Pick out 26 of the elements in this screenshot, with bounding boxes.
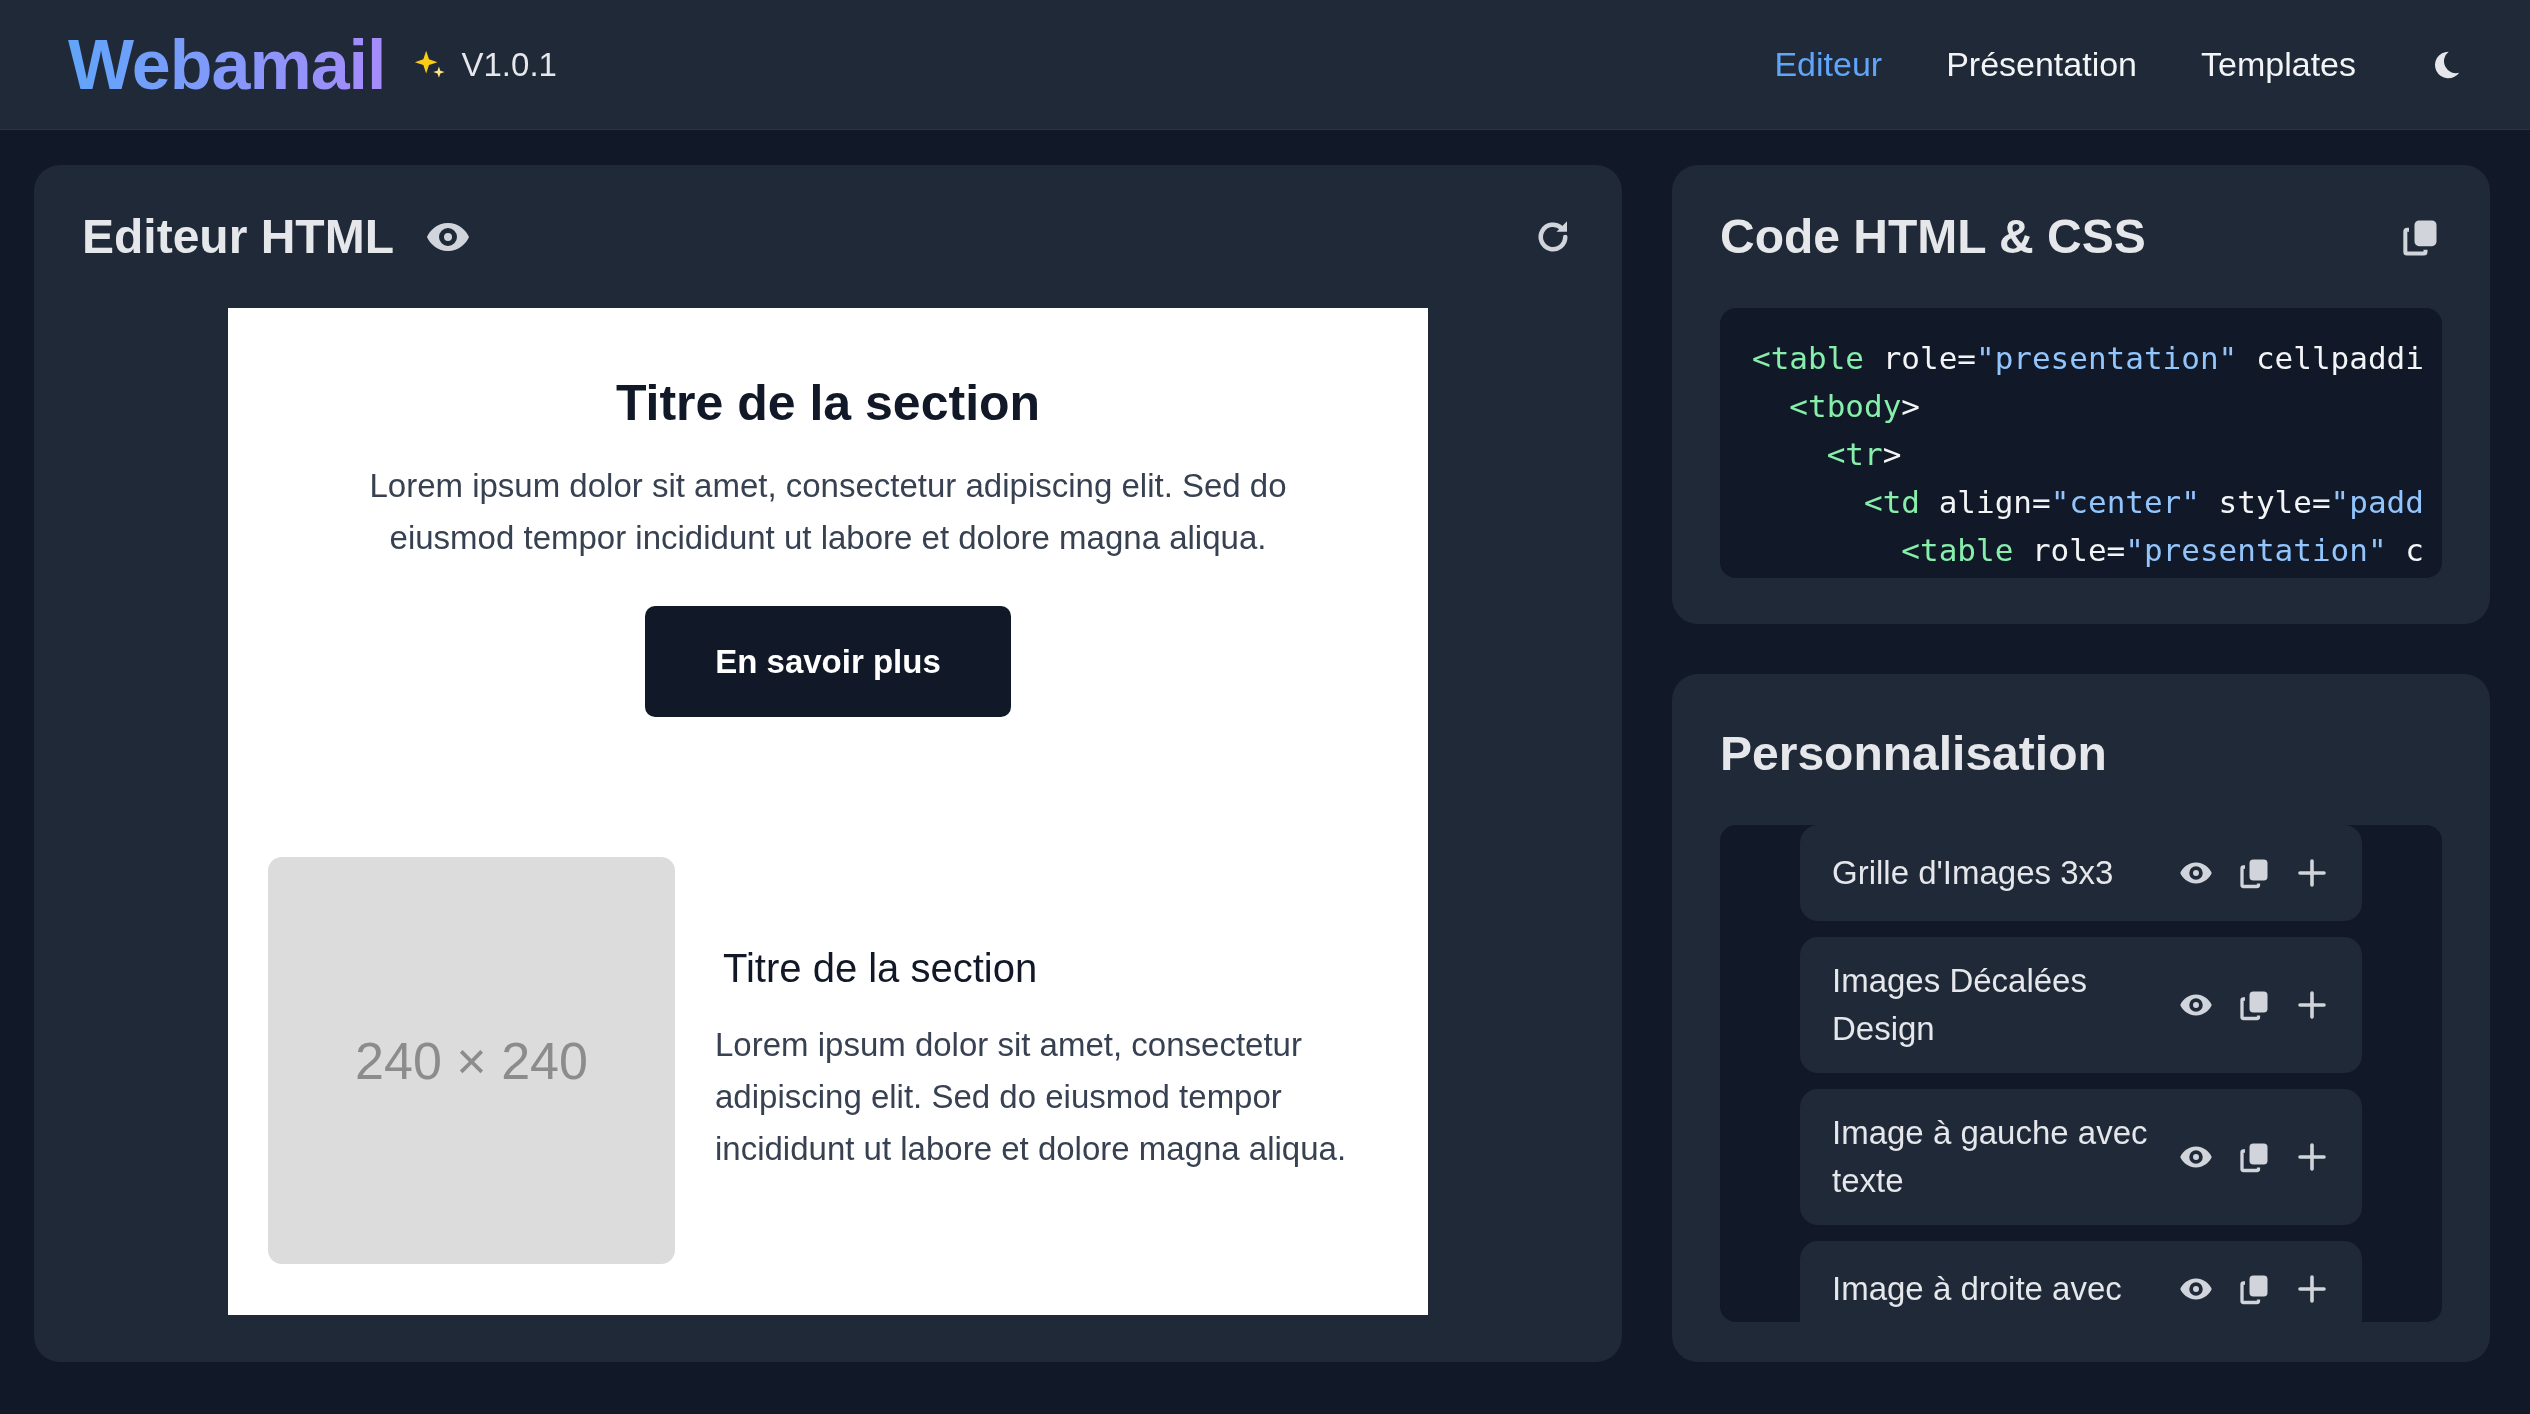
section-title: Titre de la section	[615, 374, 1041, 432]
code-line: <td align="center" style="padd	[1862, 483, 2425, 522]
nav-link[interactable]: Templates	[2201, 45, 2356, 84]
code-line: <table role="presentation" cellpaddi	[1752, 339, 2425, 378]
template-name: Image à droite avec	[1832, 1269, 2123, 1309]
section-text: Lorem ipsum dolor sit amet, consectetur adipiscing elit. Sed do eiusmod tempor incididunt ut labore et dolore magna aliqua.	[368, 466, 1288, 558]
panel-title: Code HTML & CSS	[1720, 209, 2146, 264]
code-line: <table role="presentation" c	[1900, 531, 2425, 570]
placeholder-label: 240 × 240	[355, 1030, 588, 1091]
template-item[interactable]: Images Décalées Design	[1800, 937, 2362, 1073]
nav-link[interactable]: Présentation	[1946, 45, 2138, 84]
section-title: Titre de la section	[723, 946, 1039, 991]
template-name: Grille d'Images 3x3	[1832, 853, 2115, 893]
panel-title: Personnalisation	[1720, 726, 2107, 781]
version-label: V1.0.1	[461, 45, 557, 84]
section-text: Lorem ipsum dolor sit amet, consectetur adipiscing elit. Sed do eiusmod tempor incididunt ut labore et dolore magna aliqua.	[715, 1025, 1348, 1169]
template-item[interactable]: Image à droite avec	[1800, 1241, 2362, 1322]
template-item[interactable]: Image à gauche avec texte	[1800, 1089, 2362, 1225]
template-name: Images Décalées Design	[1832, 961, 2088, 1049]
template-name: Image à gauche avec texte	[1832, 1113, 2149, 1201]
learn-more-button[interactable]: En savoir plus	[645, 606, 1011, 717]
template-item[interactable]: Grille d'Images 3x3	[1800, 825, 2362, 921]
panel-title: Editeur HTML	[82, 209, 394, 264]
code-line: <tbody>	[1788, 387, 1921, 426]
nav-link[interactable]: Editeur	[1774, 45, 1883, 84]
code-line: <tr>	[1825, 435, 1903, 474]
